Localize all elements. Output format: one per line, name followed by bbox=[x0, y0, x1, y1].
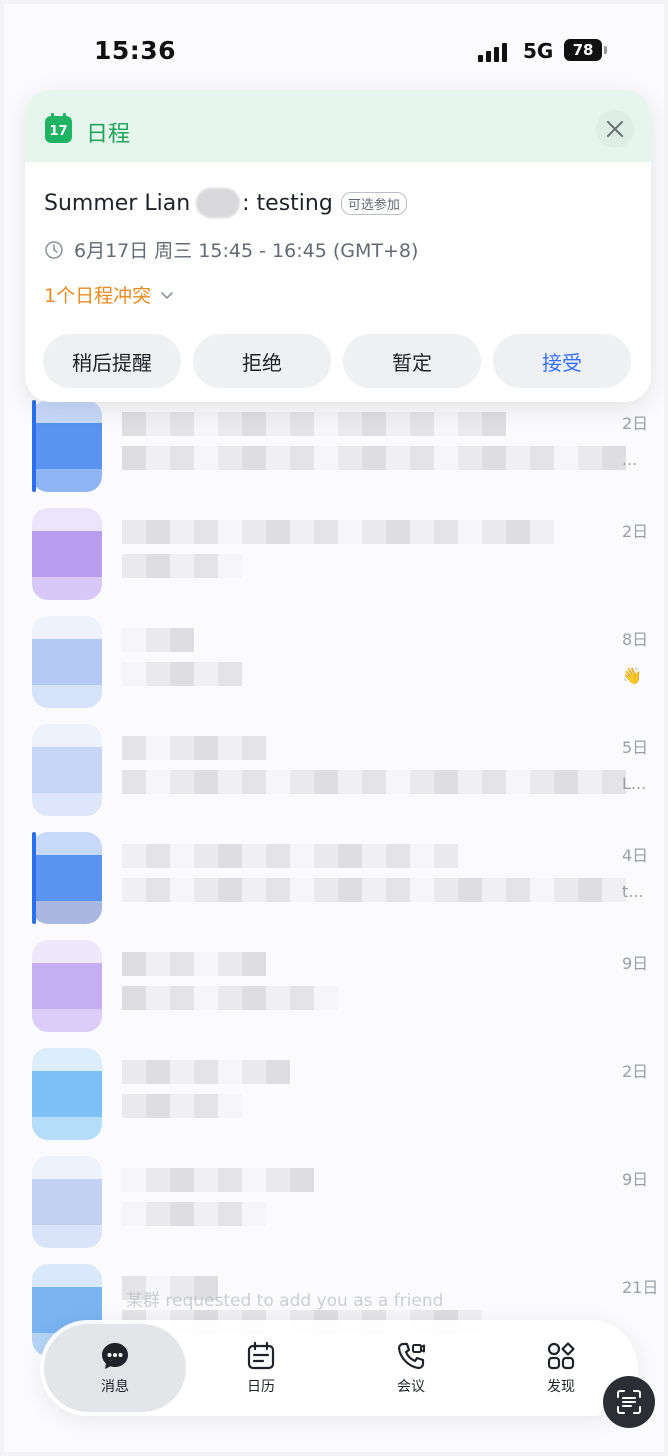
chat-row[interactable]: 8日 👋 bbox=[4, 616, 664, 724]
avatar bbox=[32, 940, 102, 1032]
notification-actions: 稍后提醒 拒绝 暂定 接受 bbox=[43, 334, 631, 388]
chat-row[interactable]: 2日... bbox=[4, 400, 664, 508]
tab-label-discover: 发现 bbox=[547, 1379, 575, 1395]
chat-preview-redacted bbox=[122, 1094, 242, 1118]
event-title-suffix: : testing bbox=[242, 190, 333, 216]
tab-bar: 消息 日历 会议 发现 bbox=[40, 1320, 638, 1416]
chat-row[interactable]: 2日 bbox=[4, 508, 664, 616]
remind-later-button[interactable]: 稍后提醒 bbox=[43, 334, 181, 388]
avatar bbox=[32, 1048, 102, 1140]
event-time-text: 6月17日 周三 15:45 - 16:45 (GMT+8) bbox=[74, 240, 419, 262]
clock-icon bbox=[45, 240, 63, 259]
battery-tip bbox=[604, 46, 607, 54]
close-button[interactable] bbox=[596, 110, 634, 148]
chat-row[interactable]: 5日 L... bbox=[4, 724, 664, 832]
optional-attendance-tag: 可选参加 bbox=[340, 191, 407, 215]
chat-date: 4日 bbox=[622, 846, 649, 865]
chat-date: 2日 bbox=[622, 522, 649, 541]
phone-video-icon bbox=[397, 1342, 425, 1370]
chat-name-redacted bbox=[122, 628, 194, 652]
battery-level: 78 bbox=[572, 41, 594, 59]
chat-name-redacted bbox=[122, 520, 554, 544]
calendar-icon: 17 bbox=[45, 113, 72, 143]
network-type: 5G bbox=[523, 39, 554, 63]
chat-row[interactable]: 2日 bbox=[4, 1048, 664, 1156]
scan-icon bbox=[617, 1390, 641, 1414]
avatar bbox=[32, 508, 102, 600]
unread-indicator bbox=[32, 832, 36, 924]
event-title-prefix: Summer Lian bbox=[44, 190, 191, 216]
calendar-tab-icon bbox=[247, 1341, 275, 1370]
tab-label-calendar: 日历 bbox=[247, 1379, 275, 1395]
close-icon bbox=[607, 121, 623, 137]
status-time: 15:36 bbox=[94, 36, 177, 65]
avatar bbox=[32, 616, 102, 708]
chat-preview-redacted bbox=[122, 446, 626, 470]
chat-date: 9日 bbox=[622, 954, 649, 973]
unread-indicator bbox=[32, 400, 36, 492]
tab-messages[interactable]: 消息 bbox=[44, 1324, 186, 1412]
chat-name-redacted bbox=[122, 412, 506, 436]
avatar bbox=[32, 832, 102, 924]
status-bar: 15:36 5G 78 bbox=[4, 4, 664, 94]
event-title: Summer Lian : testing 可选参加 bbox=[44, 188, 407, 218]
chat-name-redacted bbox=[122, 1168, 314, 1192]
battery-icon: 78 bbox=[564, 39, 602, 61]
chat-date: 2日 bbox=[622, 1062, 649, 1081]
chat-preview-redacted bbox=[122, 878, 626, 902]
chat-date: 8日 bbox=[622, 630, 649, 649]
tab-label-messages: 消息 bbox=[101, 1379, 129, 1395]
conflict-toggle[interactable]: 1个日程冲突 bbox=[44, 281, 175, 308]
calendar-notification[interactable]: 17 日程 Summer Lian : testing 可选参加 6月17日 周… bbox=[25, 90, 651, 402]
chat-date: 9日 bbox=[622, 1170, 649, 1189]
tab-meetings[interactable]: 会议 bbox=[336, 1324, 486, 1412]
signal-icon bbox=[478, 42, 507, 62]
conflict-text: 1个日程冲突 bbox=[44, 285, 152, 307]
event-time: 6月17日 周三 15:45 - 16:45 (GMT+8) bbox=[44, 236, 418, 263]
scan-button[interactable] bbox=[603, 1376, 655, 1428]
calendar-icon-day: 17 bbox=[49, 123, 68, 139]
chat-row[interactable]: 4日 t... bbox=[4, 832, 664, 940]
chat-preview-redacted bbox=[122, 1202, 266, 1226]
notification-header: 17 日程 bbox=[25, 90, 651, 162]
redacted-text bbox=[196, 188, 241, 218]
avatar bbox=[32, 724, 102, 816]
chat-preview-tail: 👋 bbox=[622, 666, 642, 685]
apps-grid-icon bbox=[547, 1342, 575, 1370]
chat-date: 5日 bbox=[622, 738, 649, 757]
chat-preview-redacted bbox=[122, 986, 338, 1010]
chat-date: 21日 bbox=[622, 1278, 659, 1297]
chat-name-redacted bbox=[122, 844, 458, 868]
decline-button[interactable]: 拒绝 bbox=[193, 334, 331, 388]
tab-calendar[interactable]: 日历 bbox=[186, 1324, 336, 1412]
chat-preview-redacted bbox=[122, 662, 242, 686]
tab-label-meetings: 会议 bbox=[397, 1379, 425, 1395]
chat-preview-tail: L... bbox=[622, 774, 647, 793]
avatar bbox=[32, 400, 102, 492]
chat-name-redacted bbox=[122, 952, 266, 976]
chat-preview-tail: ... bbox=[622, 450, 638, 469]
chevron-down-icon bbox=[161, 291, 173, 299]
friend-request-text: 某群 requested to add you as a friend bbox=[126, 1291, 444, 1311]
accept-button[interactable]: 接受 bbox=[493, 334, 631, 388]
avatar bbox=[32, 1156, 102, 1248]
phone-screen: 15:36 5G 78 2日... 2日 8日 👋 5日 L... 4日 t... 9日 2日 9日… bbox=[4, 4, 664, 1452]
chat-name-redacted bbox=[122, 736, 266, 760]
tentative-button[interactable]: 暂定 bbox=[343, 334, 481, 388]
chat-row[interactable]: 9日 bbox=[4, 940, 664, 1048]
chat-preview-redacted bbox=[122, 554, 242, 578]
chat-bubble-icon bbox=[102, 1343, 128, 1369]
chat-list: 2日... 2日 8日 👋 5日 L... 4日 t... 9日 2日 9日 21日 bbox=[4, 400, 664, 1372]
chat-preview-tail: t... bbox=[622, 882, 644, 901]
chat-preview-redacted bbox=[122, 770, 626, 794]
app-name: 日程 bbox=[86, 122, 131, 147]
chat-date: 2日 bbox=[622, 414, 649, 433]
chat-row[interactable]: 9日 bbox=[4, 1156, 664, 1264]
chat-name-redacted bbox=[122, 1060, 290, 1084]
